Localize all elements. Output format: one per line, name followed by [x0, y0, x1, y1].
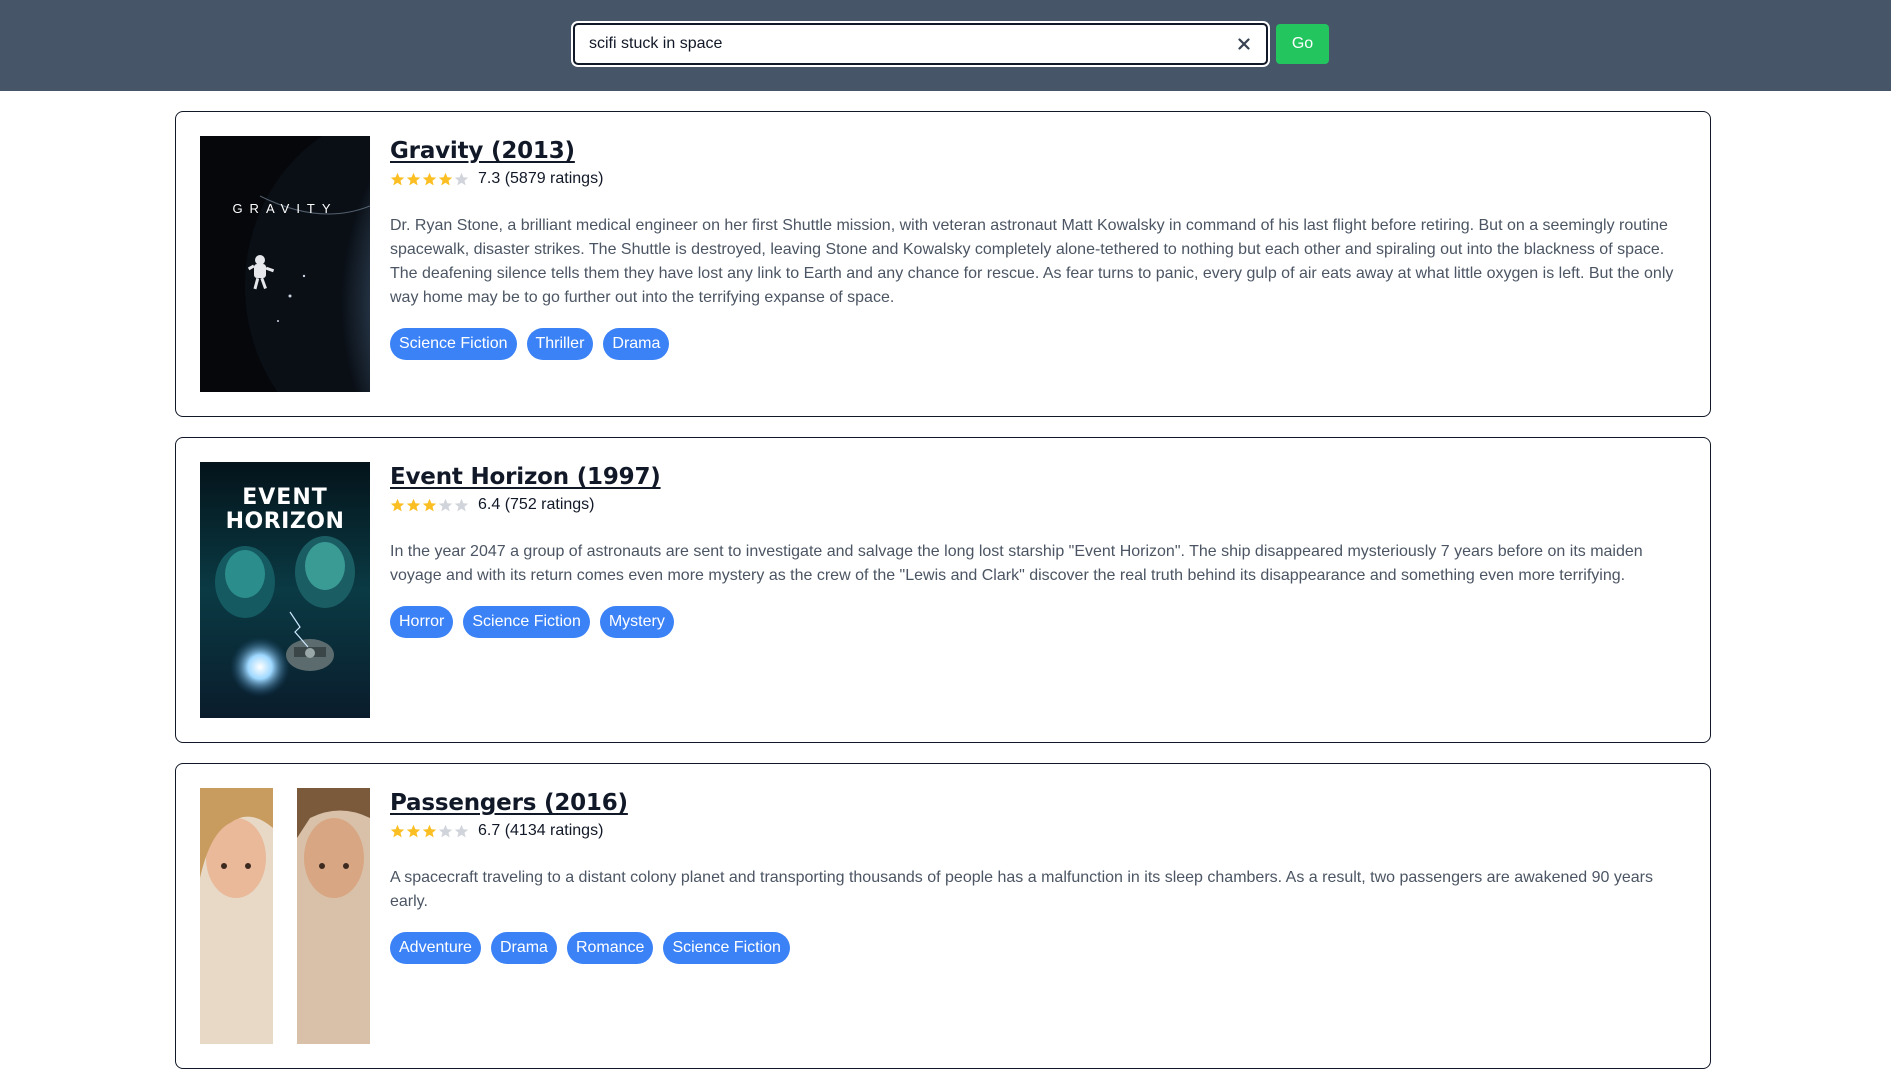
rating-text: 6.4 (752 ratings) [478, 496, 595, 513]
close-icon [1238, 38, 1250, 50]
genre-tag[interactable]: Drama [603, 328, 670, 360]
movie-card-gravity: GRAVITY Gravity (2013) 7.3 (5879 ratings… [175, 111, 1711, 417]
star-rating [390, 172, 469, 187]
movie-info: Passengers (2016) 6.7 (4134 ratings) A s… [390, 790, 1686, 964]
rating-row: 7.3 (5879 ratings) [390, 168, 1686, 190]
genre-tag[interactable]: Horror [390, 606, 454, 638]
genre-tag[interactable]: Romance [566, 932, 654, 964]
genre-tag[interactable]: Science Fiction [390, 328, 517, 360]
star-empty-icon [454, 172, 469, 185]
star-filled-icon [406, 824, 421, 837]
star-filled-icon [422, 172, 437, 185]
movie-description: Dr. Ryan Stone, a brilliant medical engi… [390, 217, 1674, 306]
star-filled-icon [406, 172, 421, 185]
movie-info: Gravity (2013) 7.3 (5879 ratings) Dr. Ry… [390, 138, 1686, 360]
search-box [573, 23, 1268, 65]
movie-info: Event Horizon (1997) 6.4 (752 ratings) I… [390, 464, 1686, 638]
movie-poster[interactable]: EVENT HORIZON [200, 462, 370, 718]
genre-tags: Adventure Drama Romance Science Fiction [390, 932, 1686, 964]
genre-tag[interactable]: Adventure [390, 932, 481, 964]
star-filled-icon [438, 172, 453, 185]
rating-text: 7.3 (5879 ratings) [478, 170, 604, 187]
genre-tag[interactable]: Mystery [599, 606, 674, 638]
passengers-poster-art [200, 788, 370, 1044]
svg-text:HORIZON: HORIZON [226, 509, 345, 534]
star-filled-icon [406, 498, 421, 511]
star-rating [390, 498, 469, 513]
movie-description: A spacecraft traveling to a distant colo… [390, 869, 1653, 910]
search-input[interactable] [575, 25, 1215, 63]
movie-card-passengers: Passengers (2016) 6.7 (4134 ratings) A s… [175, 763, 1711, 1069]
movie-title-link[interactable]: Gravity (2013) [390, 138, 575, 164]
movie-title-link[interactable]: Passengers (2016) [390, 790, 628, 816]
movie-poster[interactable]: GRAVITY [200, 136, 370, 392]
movie-poster[interactable] [200, 788, 370, 1044]
header-bar: Go [0, 0, 1891, 91]
svg-text:EVENT: EVENT [242, 485, 328, 510]
star-filled-icon [422, 824, 437, 837]
genre-tag[interactable]: Science Fiction [463, 606, 590, 638]
genre-tag[interactable]: Thriller [526, 328, 594, 360]
star-empty-icon [438, 498, 453, 511]
genre-tag[interactable]: Science Fiction [663, 932, 790, 964]
genre-tags: Horror Science Fiction Mystery [390, 606, 1686, 638]
movie-card-event-horizon: EVENT HORIZON Event Horizon (1997) 6.4 ( [175, 437, 1711, 743]
star-empty-icon [454, 498, 469, 511]
star-rating [390, 824, 469, 839]
star-filled-icon [390, 498, 405, 511]
rating-text: 6.7 (4134 ratings) [478, 822, 604, 839]
gravity-poster-art: GRAVITY [200, 136, 370, 392]
rating-row: 6.7 (4134 ratings) [390, 820, 1686, 842]
star-empty-icon [454, 824, 469, 837]
star-filled-icon [390, 172, 405, 185]
event-horizon-poster-art: EVENT HORIZON [200, 462, 370, 718]
genre-tag[interactable]: Drama [490, 932, 557, 964]
clear-search-button[interactable] [1232, 31, 1256, 57]
rating-row: 6.4 (752 ratings) [390, 494, 1686, 516]
go-button[interactable]: Go [1276, 24, 1329, 64]
svg-text:GRAVITY: GRAVITY [232, 201, 337, 216]
movie-description: In the year 2047 a group of astronauts a… [390, 543, 1643, 584]
movie-title-link[interactable]: Event Horizon (1997) [390, 464, 661, 490]
star-filled-icon [390, 824, 405, 837]
star-filled-icon [422, 498, 437, 511]
genre-tags: Science Fiction Thriller Drama [390, 328, 1686, 360]
star-empty-icon [438, 824, 453, 837]
